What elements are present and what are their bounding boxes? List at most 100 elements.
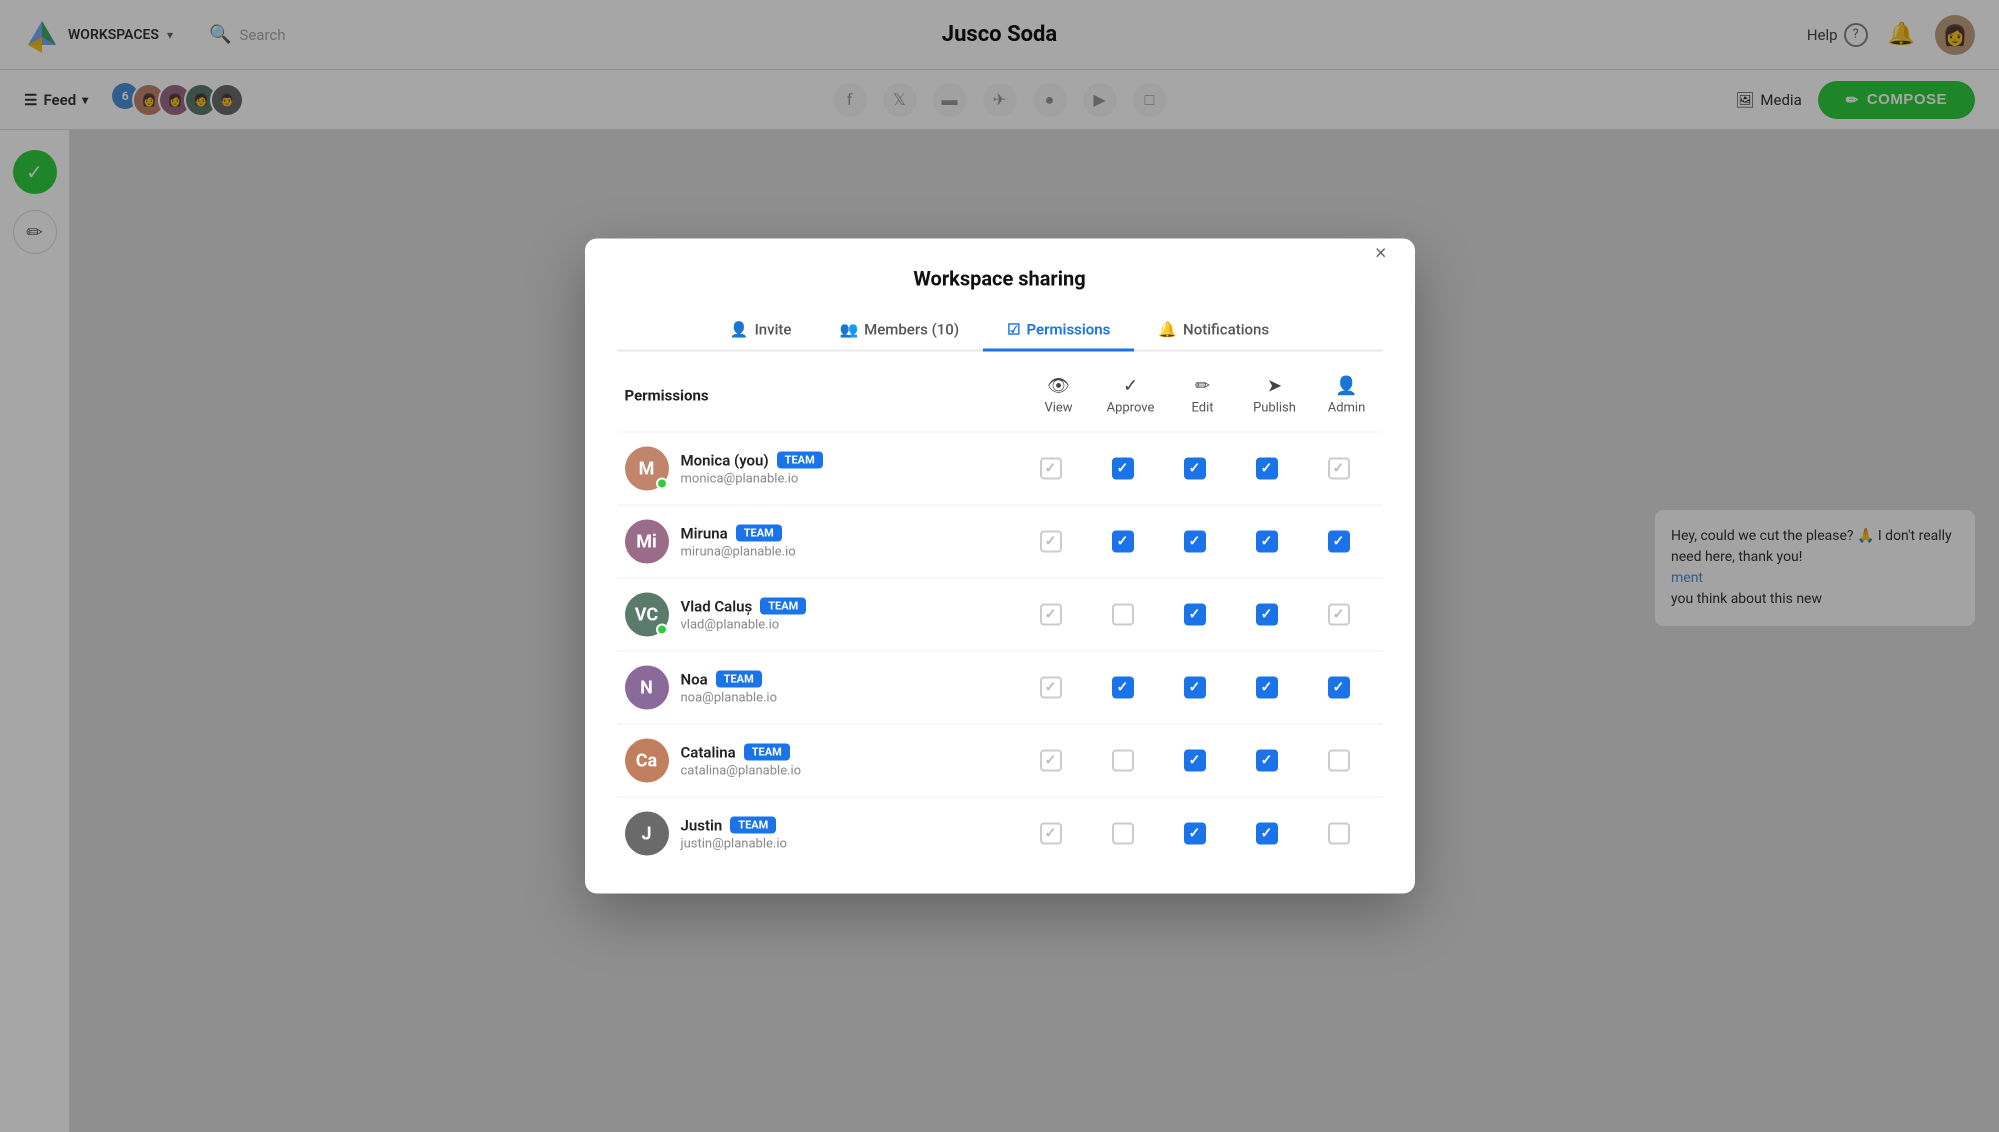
- admin-icon: 👤: [1335, 376, 1357, 397]
- perm-cell-edit[interactable]: [1159, 750, 1231, 772]
- permissions-body: Permissions 👁 View ✓ Approve ✏ Edit ➤ Pu…: [585, 352, 1415, 894]
- checkbox-view[interactable]: [1040, 823, 1062, 845]
- perm-cell-publish[interactable]: [1231, 531, 1303, 553]
- checkbox-approve[interactable]: [1112, 750, 1134, 772]
- checkbox-view[interactable]: [1040, 531, 1062, 553]
- checkbox-publish[interactable]: [1256, 750, 1278, 772]
- permissions-columns: 👁 View ✓ Approve ✏ Edit ➤ Publish 👤: [1023, 376, 1383, 416]
- user-row: M Monica (you) TEAM monica@planable.io: [617, 432, 1383, 505]
- checkbox-approve[interactable]: [1112, 677, 1134, 699]
- checkbox-publish[interactable]: [1256, 677, 1278, 699]
- publish-icon: ➤: [1267, 376, 1282, 397]
- modal-tabs: 👤 Invite 👥 Members (10) ☑ Permissions 🔔 …: [585, 291, 1415, 350]
- checkbox-approve[interactable]: [1112, 823, 1134, 845]
- checkbox-publish[interactable]: [1256, 531, 1278, 553]
- permissions-check-icon: ☑: [1007, 321, 1020, 339]
- perm-checkboxes: [1015, 458, 1375, 480]
- team-badge: TEAM: [760, 598, 806, 615]
- checkbox-edit[interactable]: [1184, 604, 1206, 626]
- avatar: N: [625, 666, 669, 710]
- perm-cell-admin[interactable]: [1303, 604, 1375, 626]
- user-name: Miruna: [681, 524, 728, 542]
- perm-cell-approve[interactable]: [1087, 677, 1159, 699]
- perm-cell-admin[interactable]: [1303, 458, 1375, 480]
- perm-cell-view[interactable]: [1015, 677, 1087, 699]
- user-name: Noa: [681, 670, 708, 688]
- perm-cell-publish[interactable]: [1231, 458, 1303, 480]
- checkbox-approve[interactable]: [1112, 604, 1134, 626]
- perm-cell-view[interactable]: [1015, 823, 1087, 845]
- perm-cell-admin[interactable]: [1303, 531, 1375, 553]
- checkbox-admin[interactable]: [1328, 604, 1350, 626]
- user-name: Monica (you): [681, 451, 769, 469]
- checkbox-edit[interactable]: [1184, 458, 1206, 480]
- approve-label: Approve: [1107, 401, 1155, 416]
- invite-icon: 👤: [730, 321, 749, 339]
- perm-cell-approve[interactable]: [1087, 750, 1159, 772]
- checkbox-edit[interactable]: [1184, 750, 1206, 772]
- tab-members[interactable]: 👥 Members (10): [815, 311, 983, 352]
- user-row: JJustinTEAMjustin@planable.io: [617, 797, 1383, 870]
- perm-cell-publish[interactable]: [1231, 750, 1303, 772]
- tab-permissions[interactable]: ☑ Permissions: [983, 311, 1134, 352]
- team-badge: TEAM: [777, 452, 823, 469]
- checkbox-admin[interactable]: [1328, 458, 1350, 480]
- checkbox-view[interactable]: [1040, 750, 1062, 772]
- perm-cell-approve[interactable]: [1087, 531, 1159, 553]
- user-avatar-wrap: VC: [625, 593, 669, 637]
- checkbox-view[interactable]: [1040, 458, 1062, 480]
- perm-cell-view[interactable]: [1015, 458, 1087, 480]
- checkbox-publish[interactable]: [1256, 823, 1278, 845]
- avatar: Mi: [625, 520, 669, 564]
- modal-title: Workspace sharing: [913, 267, 1085, 291]
- perm-cell-edit[interactable]: [1159, 604, 1231, 626]
- checkbox-publish[interactable]: [1256, 604, 1278, 626]
- view-icon: 👁: [1047, 376, 1070, 397]
- checkbox-edit[interactable]: [1184, 823, 1206, 845]
- online-indicator: [656, 478, 668, 490]
- perm-cell-approve[interactable]: [1087, 823, 1159, 845]
- avatar: Ca: [625, 739, 669, 783]
- tab-notifications[interactable]: 🔔 Notifications: [1134, 311, 1293, 352]
- perm-cell-view[interactable]: [1015, 604, 1087, 626]
- tab-permissions-label: Permissions: [1027, 321, 1111, 339]
- perm-cell-admin[interactable]: [1303, 823, 1375, 845]
- perm-cell-edit[interactable]: [1159, 458, 1231, 480]
- checkbox-admin[interactable]: [1328, 677, 1350, 699]
- notifications-icon: 🔔: [1158, 321, 1177, 339]
- checkbox-admin[interactable]: [1328, 750, 1350, 772]
- checkbox-admin[interactable]: [1328, 531, 1350, 553]
- checkbox-approve[interactable]: [1112, 458, 1134, 480]
- tab-notifications-label: Notifications: [1183, 321, 1269, 339]
- checkbox-view[interactable]: [1040, 677, 1062, 699]
- perm-cell-approve[interactable]: [1087, 604, 1159, 626]
- perm-cell-view[interactable]: [1015, 531, 1087, 553]
- modal-close-button[interactable]: ×: [1371, 239, 1391, 270]
- checkbox-admin[interactable]: [1328, 823, 1350, 845]
- perm-cell-edit[interactable]: [1159, 531, 1231, 553]
- checkbox-approve[interactable]: [1112, 531, 1134, 553]
- user-email: monica@planable.io: [681, 471, 1015, 486]
- perm-cell-publish[interactable]: [1231, 823, 1303, 845]
- checkbox-publish[interactable]: [1256, 458, 1278, 480]
- perm-cell-admin[interactable]: [1303, 677, 1375, 699]
- perm-cell-publish[interactable]: [1231, 677, 1303, 699]
- perm-cell-view[interactable]: [1015, 750, 1087, 772]
- checkbox-edit[interactable]: [1184, 677, 1206, 699]
- user-email: miruna@planable.io: [681, 544, 1015, 559]
- perm-checkboxes: [1015, 750, 1375, 772]
- perm-cell-publish[interactable]: [1231, 604, 1303, 626]
- user-avatar-wrap: M: [625, 447, 669, 491]
- checkbox-edit[interactable]: [1184, 531, 1206, 553]
- user-name: Catalina: [681, 743, 736, 761]
- perm-cell-admin[interactable]: [1303, 750, 1375, 772]
- checkbox-view[interactable]: [1040, 604, 1062, 626]
- user-name: Justin: [681, 816, 723, 834]
- perm-cell-edit[interactable]: [1159, 677, 1231, 699]
- publish-label: Publish: [1253, 401, 1296, 416]
- admin-label: Admin: [1328, 401, 1366, 416]
- perm-cell-approve[interactable]: [1087, 458, 1159, 480]
- permissions-section-label: Permissions: [625, 387, 1023, 405]
- perm-cell-edit[interactable]: [1159, 823, 1231, 845]
- tab-invite[interactable]: 👤 Invite: [706, 311, 816, 352]
